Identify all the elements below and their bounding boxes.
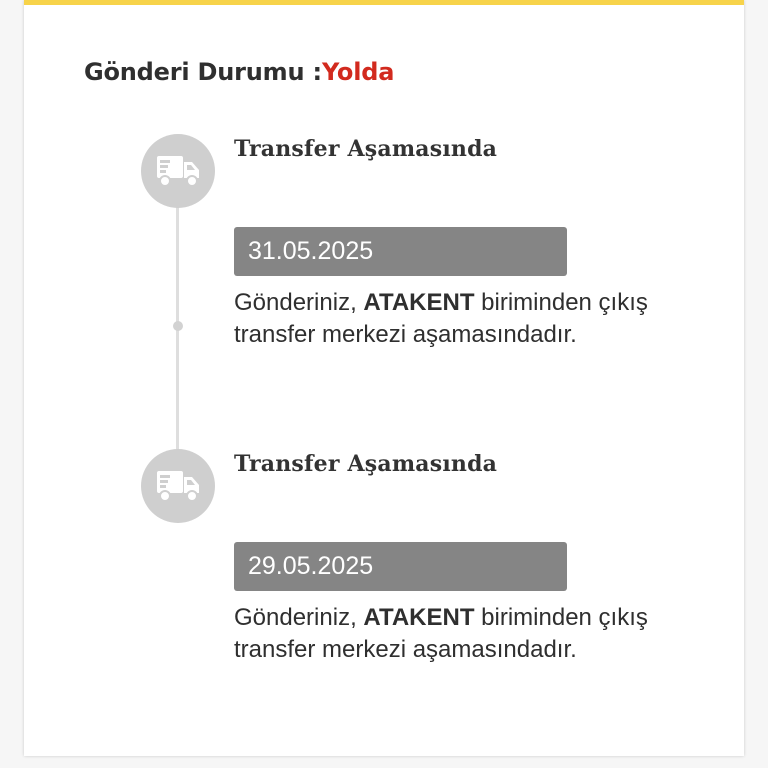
timeline-item-2-icon	[141, 449, 215, 523]
timeline-dot	[173, 321, 183, 331]
timeline-item-1-date: 31.05.2025	[234, 227, 567, 276]
description-prefix: Gönderiniz,	[234, 289, 364, 316]
description-branch: ATAKENT	[363, 604, 475, 631]
description-prefix: Gönderiniz,	[234, 604, 364, 631]
delivery-truck-icon	[157, 471, 199, 502]
delivery-truck-icon	[157, 156, 199, 187]
timeline-item-1-title: Transfer Aşamasında	[234, 136, 498, 162]
shipment-status-card: Gönderi Durumu :Yolda Transfer Aşamasınd…	[24, 0, 744, 756]
description-branch: ATAKENT	[363, 289, 475, 316]
status-label: Gönderi Durumu :	[84, 58, 322, 86]
timeline-item-1-icon	[141, 134, 215, 208]
timeline-item-2-title: Transfer Aşamasında	[234, 451, 498, 477]
shipment-status: Gönderi Durumu :Yolda	[84, 58, 394, 86]
timeline-item-2-description: Gönderiniz, ATAKENT biriminden çıkış tra…	[234, 602, 714, 666]
timeline-item-2-date: 29.05.2025	[234, 542, 567, 591]
status-value: Yolda	[321, 58, 395, 86]
timeline-item-1-description: Gönderiniz, ATAKENT biriminden çıkış tra…	[234, 287, 714, 351]
accent-bar	[24, 0, 744, 5]
